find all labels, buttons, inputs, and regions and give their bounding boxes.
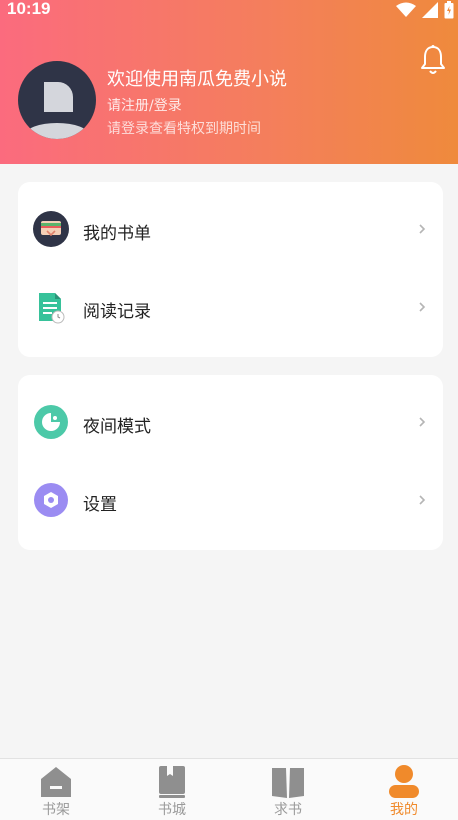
menu-item-label: 我的书单 — [83, 224, 151, 244]
open-book-icon — [272, 768, 304, 798]
tab-label: 我的 — [390, 802, 418, 818]
menu-item-settings[interactable]: 设置 — [18, 453, 443, 531]
book-icon — [159, 766, 185, 798]
chevron-right-icon — [419, 224, 426, 234]
battery-icon — [444, 1, 454, 19]
profile-header: 10:19 欢迎使用南瓜免费小说 请注册/登录 请登录查看特权到期时间 — [0, 0, 458, 164]
reading-history-icon — [39, 293, 65, 324]
home-icon — [41, 767, 71, 797]
menu-card-1: 我的书单 阅读记录 — [18, 182, 443, 357]
status-time: 10:19 — [7, 0, 51, 18]
settings-icon — [34, 483, 68, 517]
status-bar: 10:19 — [0, 0, 458, 22]
menu-item-booklist[interactable]: 我的书单 — [18, 182, 443, 260]
tab-bookshelf[interactable]: 书架 — [16, 759, 96, 820]
tab-request-book[interactable]: 求书 — [248, 759, 328, 820]
default-avatar-icon — [25, 82, 89, 139]
login-subtitle: 请登录查看特权到期时间 — [107, 121, 261, 137]
chevron-right-icon — [419, 417, 426, 427]
welcome-text: 欢迎使用南瓜免费小说 — [107, 69, 287, 90]
menu-card-2: 夜间模式 设置 — [18, 375, 443, 550]
status-icons — [396, 1, 454, 19]
tab-mine[interactable]: 我的 — [364, 759, 444, 820]
night-mode-icon — [34, 405, 68, 439]
bottom-tab-bar: 书架 书城 求书 我的 — [0, 758, 458, 820]
menu-item-label: 设置 — [83, 495, 117, 515]
signal-icon — [422, 2, 438, 18]
booklist-icon — [33, 211, 69, 247]
menu-item-reading-history[interactable]: 阅读记录 — [18, 260, 443, 338]
tab-label: 书城 — [158, 802, 186, 818]
menu-item-night-mode[interactable]: 夜间模式 — [18, 375, 443, 453]
tab-label: 求书 — [274, 802, 302, 818]
chevron-right-icon — [419, 495, 426, 505]
menu-item-label: 阅读记录 — [83, 302, 151, 322]
menu-item-label: 夜间模式 — [83, 417, 151, 437]
login-link[interactable]: 请注册/登录 — [107, 95, 182, 115]
tab-bookstore[interactable]: 书城 — [132, 759, 212, 820]
wifi-icon — [396, 2, 416, 17]
chevron-right-icon — [419, 302, 426, 312]
avatar[interactable] — [18, 61, 96, 139]
bell-icon[interactable] — [420, 44, 446, 76]
tab-label: 书架 — [42, 802, 70, 818]
person-icon — [389, 765, 419, 798]
